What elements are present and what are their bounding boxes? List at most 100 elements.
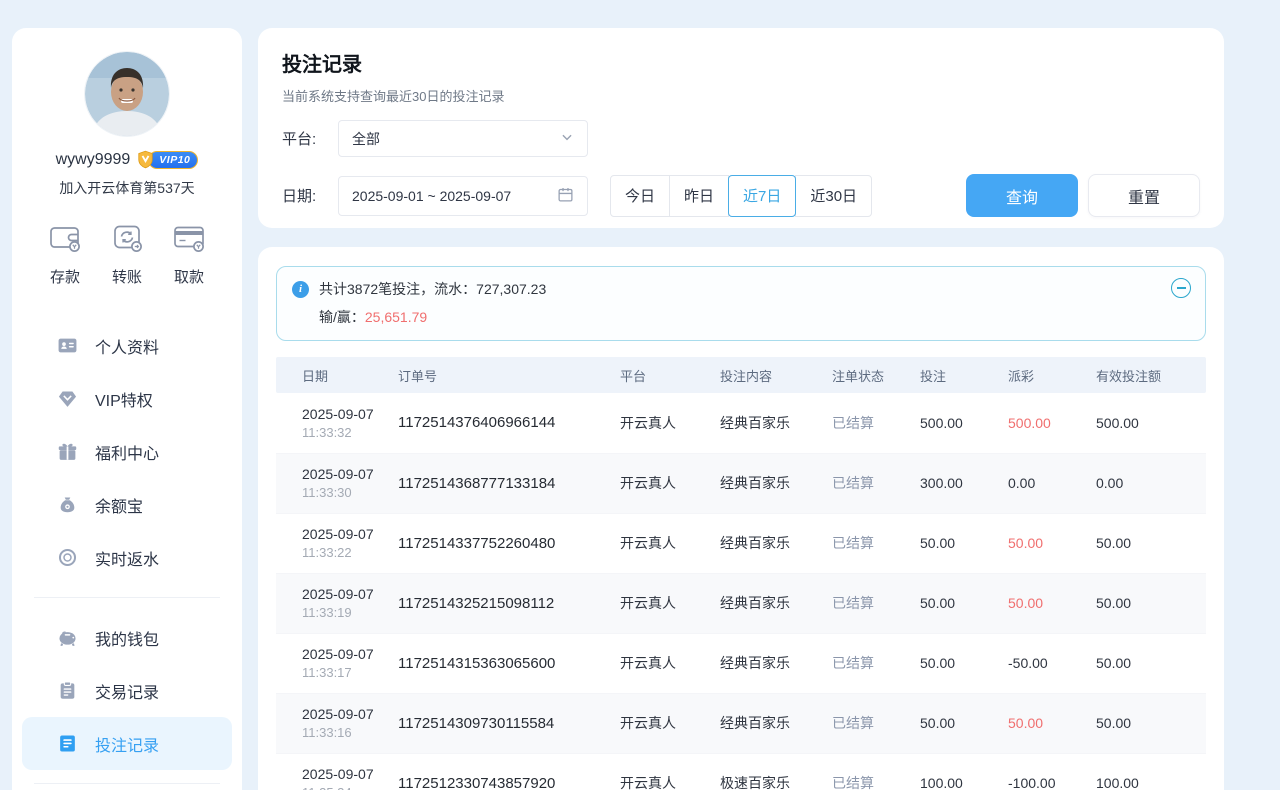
date-range-input[interactable]: 2025-09-01 ~ 2025-09-07 bbox=[338, 176, 588, 216]
range-30days-button[interactable]: 近30日 bbox=[795, 175, 872, 217]
sidebar-item-transactions[interactable]: 交易记录 bbox=[22, 664, 232, 717]
cell-bet-amount: 50.00 bbox=[920, 513, 1008, 573]
cell-order-number: 1172514337752260480 bbox=[398, 513, 620, 573]
table-row: 2025-09-0711:25:241172512330743857920开云真… bbox=[276, 753, 1206, 790]
table-row: 2025-09-0711:33:161172514309730115584开云真… bbox=[276, 693, 1206, 753]
sidebar-item-label: 余额宝 bbox=[95, 493, 143, 517]
id-card-icon bbox=[57, 335, 78, 356]
table-row: 2025-09-0711:33:321172514376406966144开云真… bbox=[276, 393, 1206, 453]
cell-date: 2025-09-0711:33:30 bbox=[276, 453, 398, 513]
cell-platform: 开云真人 bbox=[620, 633, 720, 693]
platform-select-value: 全部 bbox=[352, 129, 380, 149]
cell-date: 2025-09-0711:33:32 bbox=[276, 393, 398, 453]
cell-bet-content: 极速百家乐 bbox=[720, 753, 832, 790]
piggy-bank-icon bbox=[57, 627, 78, 648]
range-yesterday-button[interactable]: 昨日 bbox=[669, 175, 729, 217]
table-row: 2025-09-0711:33:221172514337752260480开云真… bbox=[276, 513, 1206, 573]
search-button[interactable]: 查询 bbox=[966, 174, 1078, 217]
sidebar: wywy9999 VIP10 加入开云体育第537天 存款 bbox=[12, 28, 242, 790]
cell-payout: -50.00 bbox=[1008, 633, 1096, 693]
sidebar-item-yuebao[interactable]: 余额宝 bbox=[22, 478, 232, 531]
cell-platform: 开云真人 bbox=[620, 753, 720, 790]
cell-valid-amount: 0.00 bbox=[1096, 453, 1206, 513]
sidebar-item-rebate[interactable]: 实时返水 bbox=[22, 531, 232, 584]
table-row: 2025-09-0711:33:301172514368777133184开云真… bbox=[276, 453, 1206, 513]
page-subtitle: 当前系统支持查询最近30日的投注记录 bbox=[282, 86, 1200, 105]
cell-platform: 开云真人 bbox=[620, 393, 720, 453]
cell-valid-amount: 500.00 bbox=[1096, 393, 1206, 453]
document-icon bbox=[57, 733, 78, 754]
cell-bet-content: 经典百家乐 bbox=[720, 573, 832, 633]
cell-bet-amount: 100.00 bbox=[920, 753, 1008, 790]
sidebar-item-bet-records[interactable]: 投注记录 bbox=[22, 717, 232, 770]
cell-bet-amount: 50.00 bbox=[920, 693, 1008, 753]
sidebar-item-label: 实时返水 bbox=[95, 546, 159, 570]
column-header: 平台 bbox=[620, 357, 720, 393]
cell-order-number: 1172514315363065600 bbox=[398, 633, 620, 693]
cell-order-number: 1172514368777133184 bbox=[398, 453, 620, 513]
cell-bet-amount: 50.00 bbox=[920, 633, 1008, 693]
cell-valid-amount: 50.00 bbox=[1096, 633, 1206, 693]
summary-winloss-text: 输/赢：25,651.79 bbox=[292, 307, 1161, 327]
cell-order-number: 1172512330743857920 bbox=[398, 753, 620, 790]
bank-card-icon bbox=[172, 223, 206, 258]
summary-box: i 共计3872笔投注，流水：727,307.23 输/赢：25,651.79 bbox=[276, 266, 1206, 341]
cell-valid-amount: 50.00 bbox=[1096, 573, 1206, 633]
cell-bet-amount: 500.00 bbox=[920, 393, 1008, 453]
sidebar-item-label: 福利中心 bbox=[95, 440, 159, 464]
vip-badge: VIP10 bbox=[136, 150, 198, 169]
join-days-text: 加入开云体育第537天 bbox=[12, 178, 242, 198]
transfer-icon bbox=[110, 223, 144, 258]
filters-card: 投注记录 当前系统支持查询最近30日的投注记录 平台: 全部 日期: 2025-… bbox=[258, 28, 1224, 228]
gift-icon bbox=[57, 441, 78, 462]
results-card: i 共计3872笔投注，流水：727,307.23 输/赢：25,651.79 … bbox=[258, 247, 1224, 790]
cell-valid-amount: 50.00 bbox=[1096, 693, 1206, 753]
cell-status: 已结算 bbox=[832, 393, 920, 453]
chevron-down-icon bbox=[560, 130, 574, 147]
sidebar-item-label: 投注记录 bbox=[95, 732, 159, 756]
quick-action-label: 存款 bbox=[50, 266, 80, 287]
cell-platform: 开云真人 bbox=[620, 513, 720, 573]
cell-status: 已结算 bbox=[832, 633, 920, 693]
quick-action-label: 取款 bbox=[174, 266, 204, 287]
sidebar-item-label: VIP特权 bbox=[95, 387, 153, 411]
cell-payout: 0.00 bbox=[1008, 453, 1096, 513]
cell-bet-content: 经典百家乐 bbox=[720, 513, 832, 573]
cell-bet-amount: 300.00 bbox=[920, 453, 1008, 513]
cell-platform: 开云真人 bbox=[620, 693, 720, 753]
range-7days-button[interactable]: 近7日 bbox=[728, 175, 796, 217]
avatar[interactable] bbox=[85, 52, 169, 136]
column-header: 有效投注额 bbox=[1096, 357, 1206, 393]
date-label: 日期: bbox=[282, 185, 326, 206]
cell-payout: 500.00 bbox=[1008, 393, 1096, 453]
username: wywy9999 bbox=[56, 151, 131, 169]
deposit-button[interactable]: 存款 bbox=[48, 223, 82, 287]
table-row: 2025-09-0711:33:171172514315363065600开云真… bbox=[276, 633, 1206, 693]
quick-action-label: 转账 bbox=[112, 266, 142, 287]
transfer-button[interactable]: 转账 bbox=[110, 223, 144, 287]
cell-date: 2025-09-0711:25:24 bbox=[276, 753, 398, 790]
ring-icon bbox=[57, 547, 78, 568]
cell-payout: 50.00 bbox=[1008, 573, 1096, 633]
sidebar-item-vip[interactable]: VIP特权 bbox=[22, 372, 232, 425]
column-header: 投注内容 bbox=[720, 357, 832, 393]
platform-select[interactable]: 全部 bbox=[338, 120, 588, 157]
wallet-icon bbox=[48, 223, 82, 258]
clipboard-icon bbox=[57, 680, 78, 701]
sidebar-item-profile[interactable]: 个人资料 bbox=[22, 319, 232, 372]
cell-payout: -100.00 bbox=[1008, 753, 1096, 790]
withdraw-button[interactable]: 取款 bbox=[172, 223, 206, 287]
gem-icon bbox=[57, 388, 78, 409]
bet-table-body: 2025-09-0711:33:321172514376406966144开云真… bbox=[276, 393, 1206, 790]
cell-bet-content: 经典百家乐 bbox=[720, 453, 832, 513]
sidebar-item-welfare[interactable]: 福利中心 bbox=[22, 425, 232, 478]
column-header: 派彩 bbox=[1008, 357, 1096, 393]
sidebar-item-wallet[interactable]: 我的钱包 bbox=[22, 611, 232, 664]
money-bag-icon bbox=[57, 494, 78, 515]
sidebar-item-label: 我的钱包 bbox=[95, 626, 159, 650]
range-today-button[interactable]: 今日 bbox=[610, 175, 670, 217]
cell-platform: 开云真人 bbox=[620, 453, 720, 513]
cell-valid-amount: 50.00 bbox=[1096, 513, 1206, 573]
collapse-summary-icon[interactable] bbox=[1171, 278, 1191, 298]
reset-button[interactable]: 重置 bbox=[1088, 174, 1200, 217]
